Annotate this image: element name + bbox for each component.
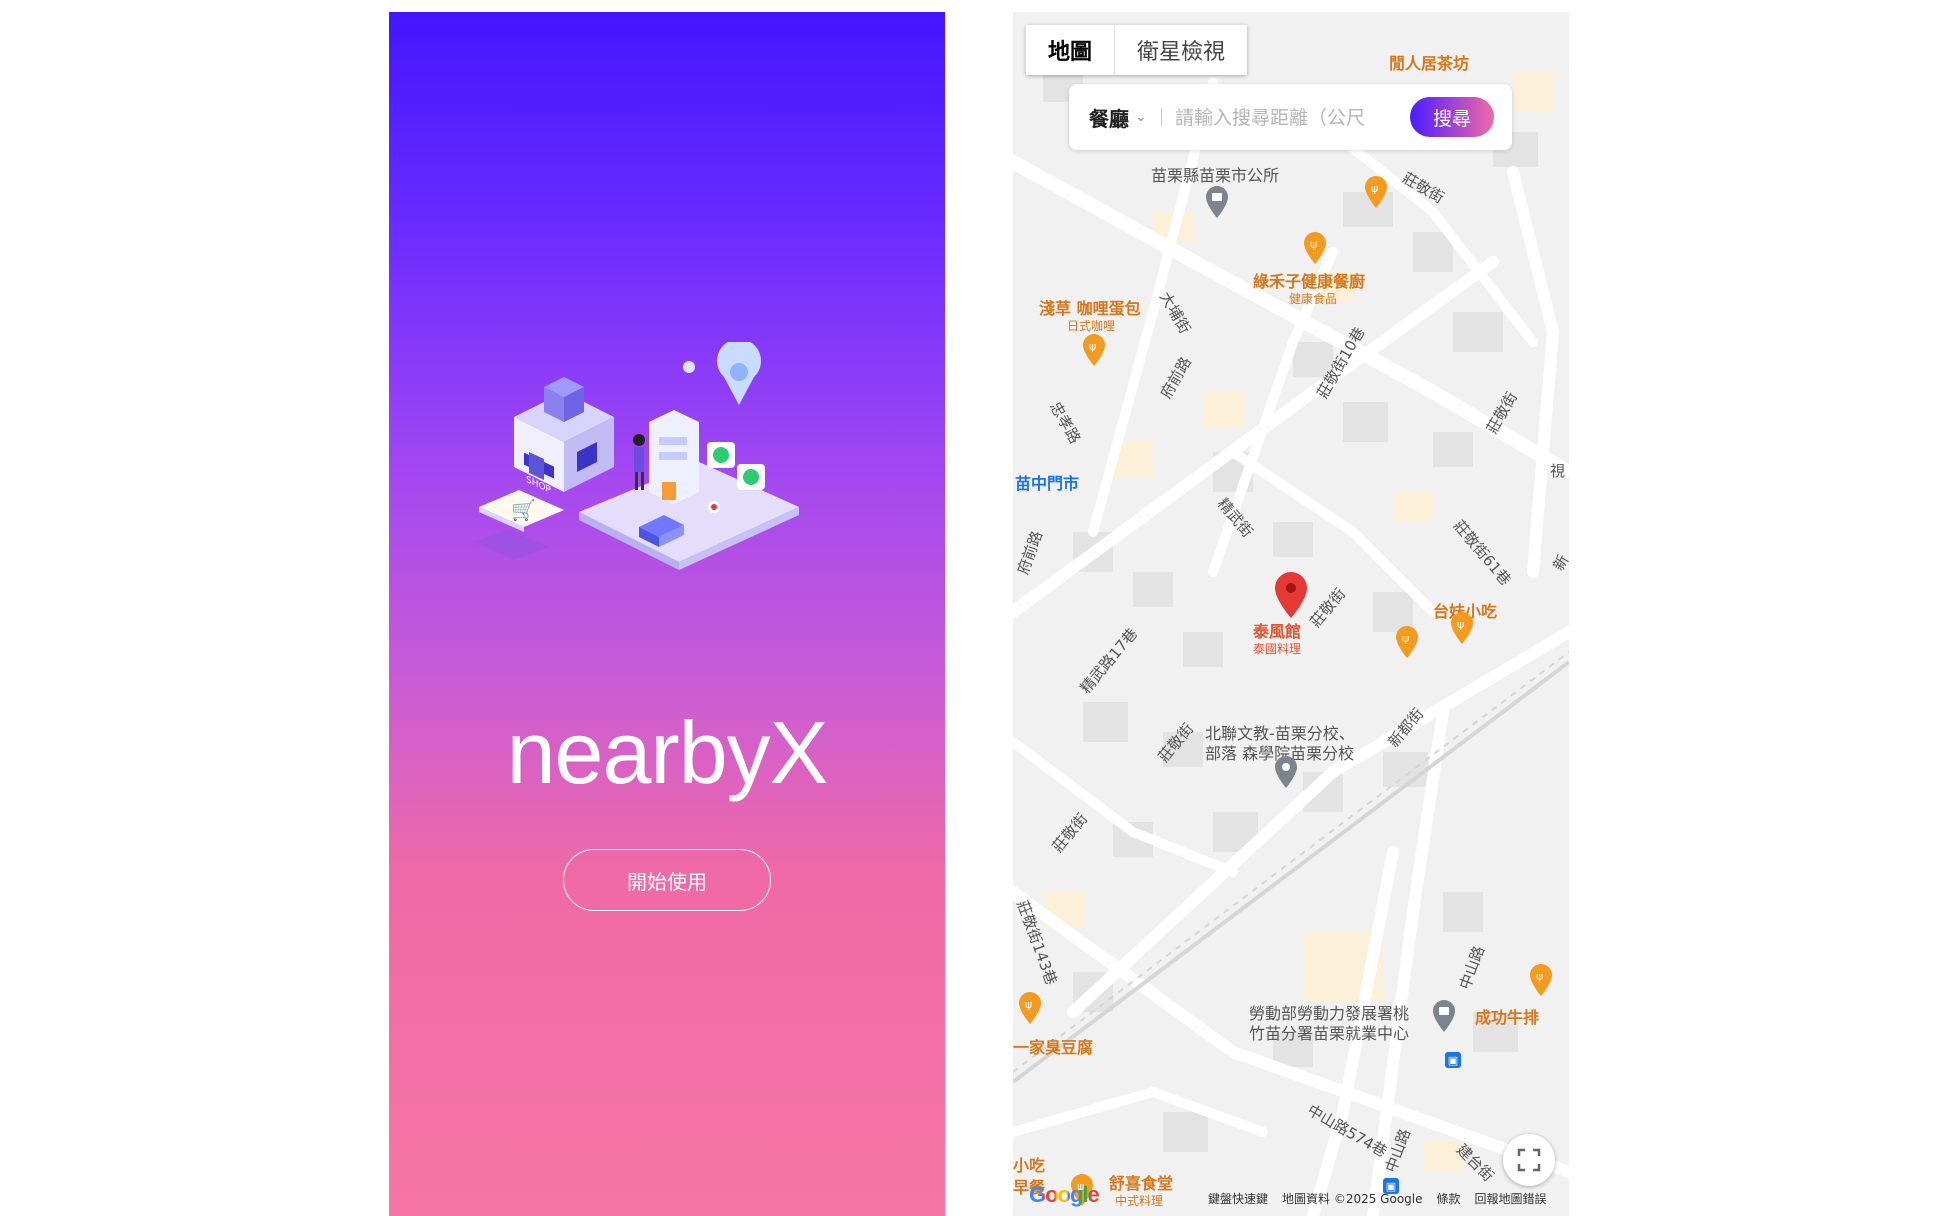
map-label-restaurant[interactable]: 一家臭豆腐 (1013, 1034, 1093, 1058)
landmark-pin-icon[interactable] (1206, 186, 1228, 218)
fullscreen-icon (1517, 1148, 1541, 1172)
svg-text:ψ: ψ (1457, 618, 1464, 631)
svg-text:ψ: ψ (1089, 340, 1096, 353)
tab-map[interactable]: 地圖 (1026, 25, 1116, 75)
map-label-restaurant[interactable]: 成功牛排 (1475, 1004, 1539, 1028)
terms-link[interactable]: 條款 (1437, 1190, 1461, 1207)
svg-text:ψ: ψ (1025, 998, 1032, 1011)
search-bar: 餐廳 ⌄ 搜尋 (1069, 84, 1512, 150)
app-title: nearbyX (506, 703, 829, 802)
map-data-attribution: 地圖資料 ©2025 Google (1282, 1192, 1423, 1206)
map-label-store[interactable]: 苗中門市 (1015, 470, 1079, 494)
map-label-restaurant[interactable]: 綠禾子健康餐廚 (1253, 268, 1365, 292)
tab-satellite[interactable]: 衛星檢視 (1115, 25, 1247, 75)
map-label-restaurant[interactable]: 舒喜食堂 (1109, 1170, 1173, 1194)
distance-input[interactable] (1173, 100, 1397, 136)
restaurant-pin-icon[interactable]: ψ (1304, 232, 1326, 264)
start-button[interactable]: 開始使用 (563, 849, 771, 911)
divider (1161, 108, 1162, 126)
report-error-link[interactable]: 回報地圖錯誤 (1475, 1190, 1547, 1207)
map-label-landmark[interactable]: 竹苗分署苗栗就業中心 (1249, 1020, 1409, 1044)
map-label-category: 泰國料理 (1253, 642, 1302, 656)
svg-text:ψ: ψ (1371, 182, 1378, 195)
restaurant-pin-icon[interactable]: ψ (1451, 612, 1473, 644)
map-label-category: 日式咖哩 (1067, 319, 1116, 333)
chevron-down-icon: ⌄ (1135, 109, 1147, 125)
svg-text:ψ: ψ (1310, 238, 1317, 251)
map-footer: 鍵盤快速鍵 地圖資料 ©2025 Google 條款 回報地圖錯誤 (1208, 1190, 1547, 1207)
selected-location-pin-icon[interactable] (1275, 572, 1307, 618)
fullscreen-button[interactable] (1503, 1134, 1555, 1186)
search-button[interactable]: 搜尋 (1410, 97, 1494, 137)
map-label-road: 視 (1550, 462, 1566, 480)
keyboard-shortcuts-link[interactable]: 鍵盤快速鍵 (1208, 1190, 1268, 1207)
category-select[interactable]: 餐廳 ⌄ (1089, 84, 1147, 150)
restaurant-pin-icon[interactable]: ψ (1083, 334, 1105, 366)
svg-text:ψ: ψ (1402, 632, 1409, 645)
map-label-restaurant[interactable]: 小吃 (1013, 1152, 1045, 1176)
splash-screen: SHOP 🛒 nearbyX 開始使用 (389, 12, 945, 1216)
shop-location-illustration: SHOP 🛒 (474, 342, 799, 570)
restaurant-pin-icon[interactable]: ψ (1019, 992, 1041, 1024)
map-label-landmark[interactable]: 苗栗縣苗栗市公所 (1151, 162, 1279, 186)
map-label-restaurant[interactable]: 閒人居茶坊 (1389, 50, 1469, 74)
map-label-category: 健康食品 (1289, 292, 1338, 306)
cart-icon: 🛒 (511, 498, 536, 522)
map-label-selected-restaurant[interactable]: 泰風館 (1253, 618, 1301, 642)
bus-stop-icon[interactable]: ▣ (1445, 1052, 1461, 1068)
map-view[interactable]: 閒人居茶坊 苗栗縣苗栗市公所 莊敬街 綠禾子健康餐廚 健康食品 淺草 咖哩蛋包 … (1013, 12, 1569, 1216)
map-label-category: 中式料理 (1115, 1194, 1164, 1208)
restaurant-pin-icon[interactable]: ψ (1365, 176, 1387, 208)
restaurant-pin-icon[interactable]: ψ (1530, 964, 1552, 996)
landmark-pin-icon[interactable] (1275, 756, 1297, 788)
category-select-label: 餐廳 (1089, 106, 1129, 131)
map-type-tabs: 地圖 衛星檢視 (1026, 25, 1248, 75)
map-label-restaurant[interactable]: 淺草 咖哩蛋包 (1039, 295, 1141, 319)
svg-text:ψ: ψ (1536, 970, 1543, 983)
restaurant-pin-icon[interactable]: ψ (1396, 626, 1418, 658)
google-logo[interactable]: Google (1029, 1182, 1100, 1208)
landmark-pin-icon[interactable] (1433, 1000, 1455, 1032)
